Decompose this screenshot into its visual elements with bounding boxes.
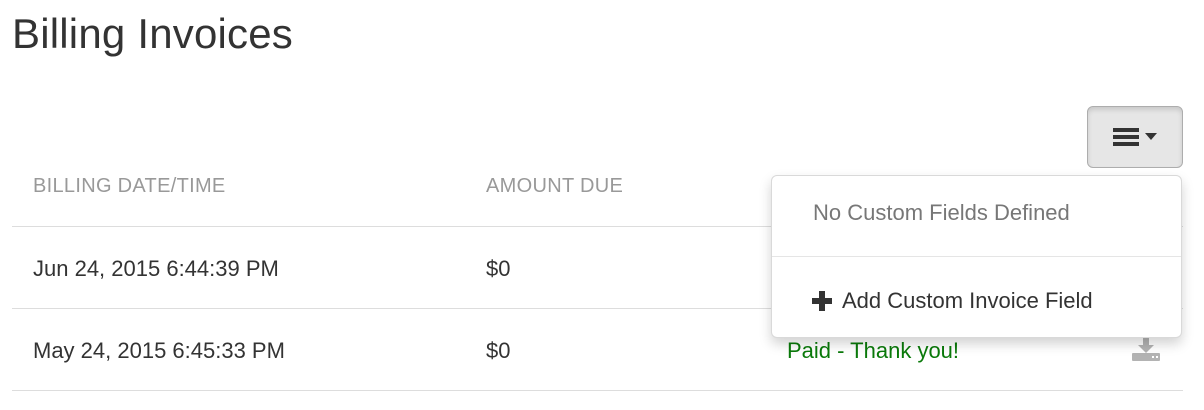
download-icon[interactable] <box>1132 337 1160 361</box>
hamburger-icon <box>1113 128 1139 146</box>
amount-due-cell: $0 <box>486 338 511 363</box>
amount-due-cell: $0 <box>486 256 511 281</box>
options-dropdown-menu: No Custom Fields Defined Add Custom Invo… <box>771 175 1182 338</box>
no-custom-fields-label: No Custom Fields Defined <box>813 200 1070 225</box>
plus-icon <box>812 291 832 311</box>
billing-date-cell: Jun 24, 2015 6:44:39 PM <box>33 256 279 281</box>
menu-divider <box>772 256 1181 257</box>
add-custom-invoice-field-label: Add Custom Invoice Field <box>842 288 1093 313</box>
add-custom-invoice-field-menu-item[interactable]: Add Custom Invoice Field <box>812 288 1093 314</box>
column-header-billing-date: BILLING DATE/TIME <box>33 175 226 197</box>
caret-down-icon <box>1145 133 1157 140</box>
page-title: Billing Invoices <box>12 10 293 57</box>
column-header-amount-due: AMOUNT DUE <box>486 175 624 197</box>
billing-date-cell: May 24, 2015 6:45:33 PM <box>33 338 285 363</box>
status-paid-label: Paid - Thank you! <box>787 338 960 363</box>
